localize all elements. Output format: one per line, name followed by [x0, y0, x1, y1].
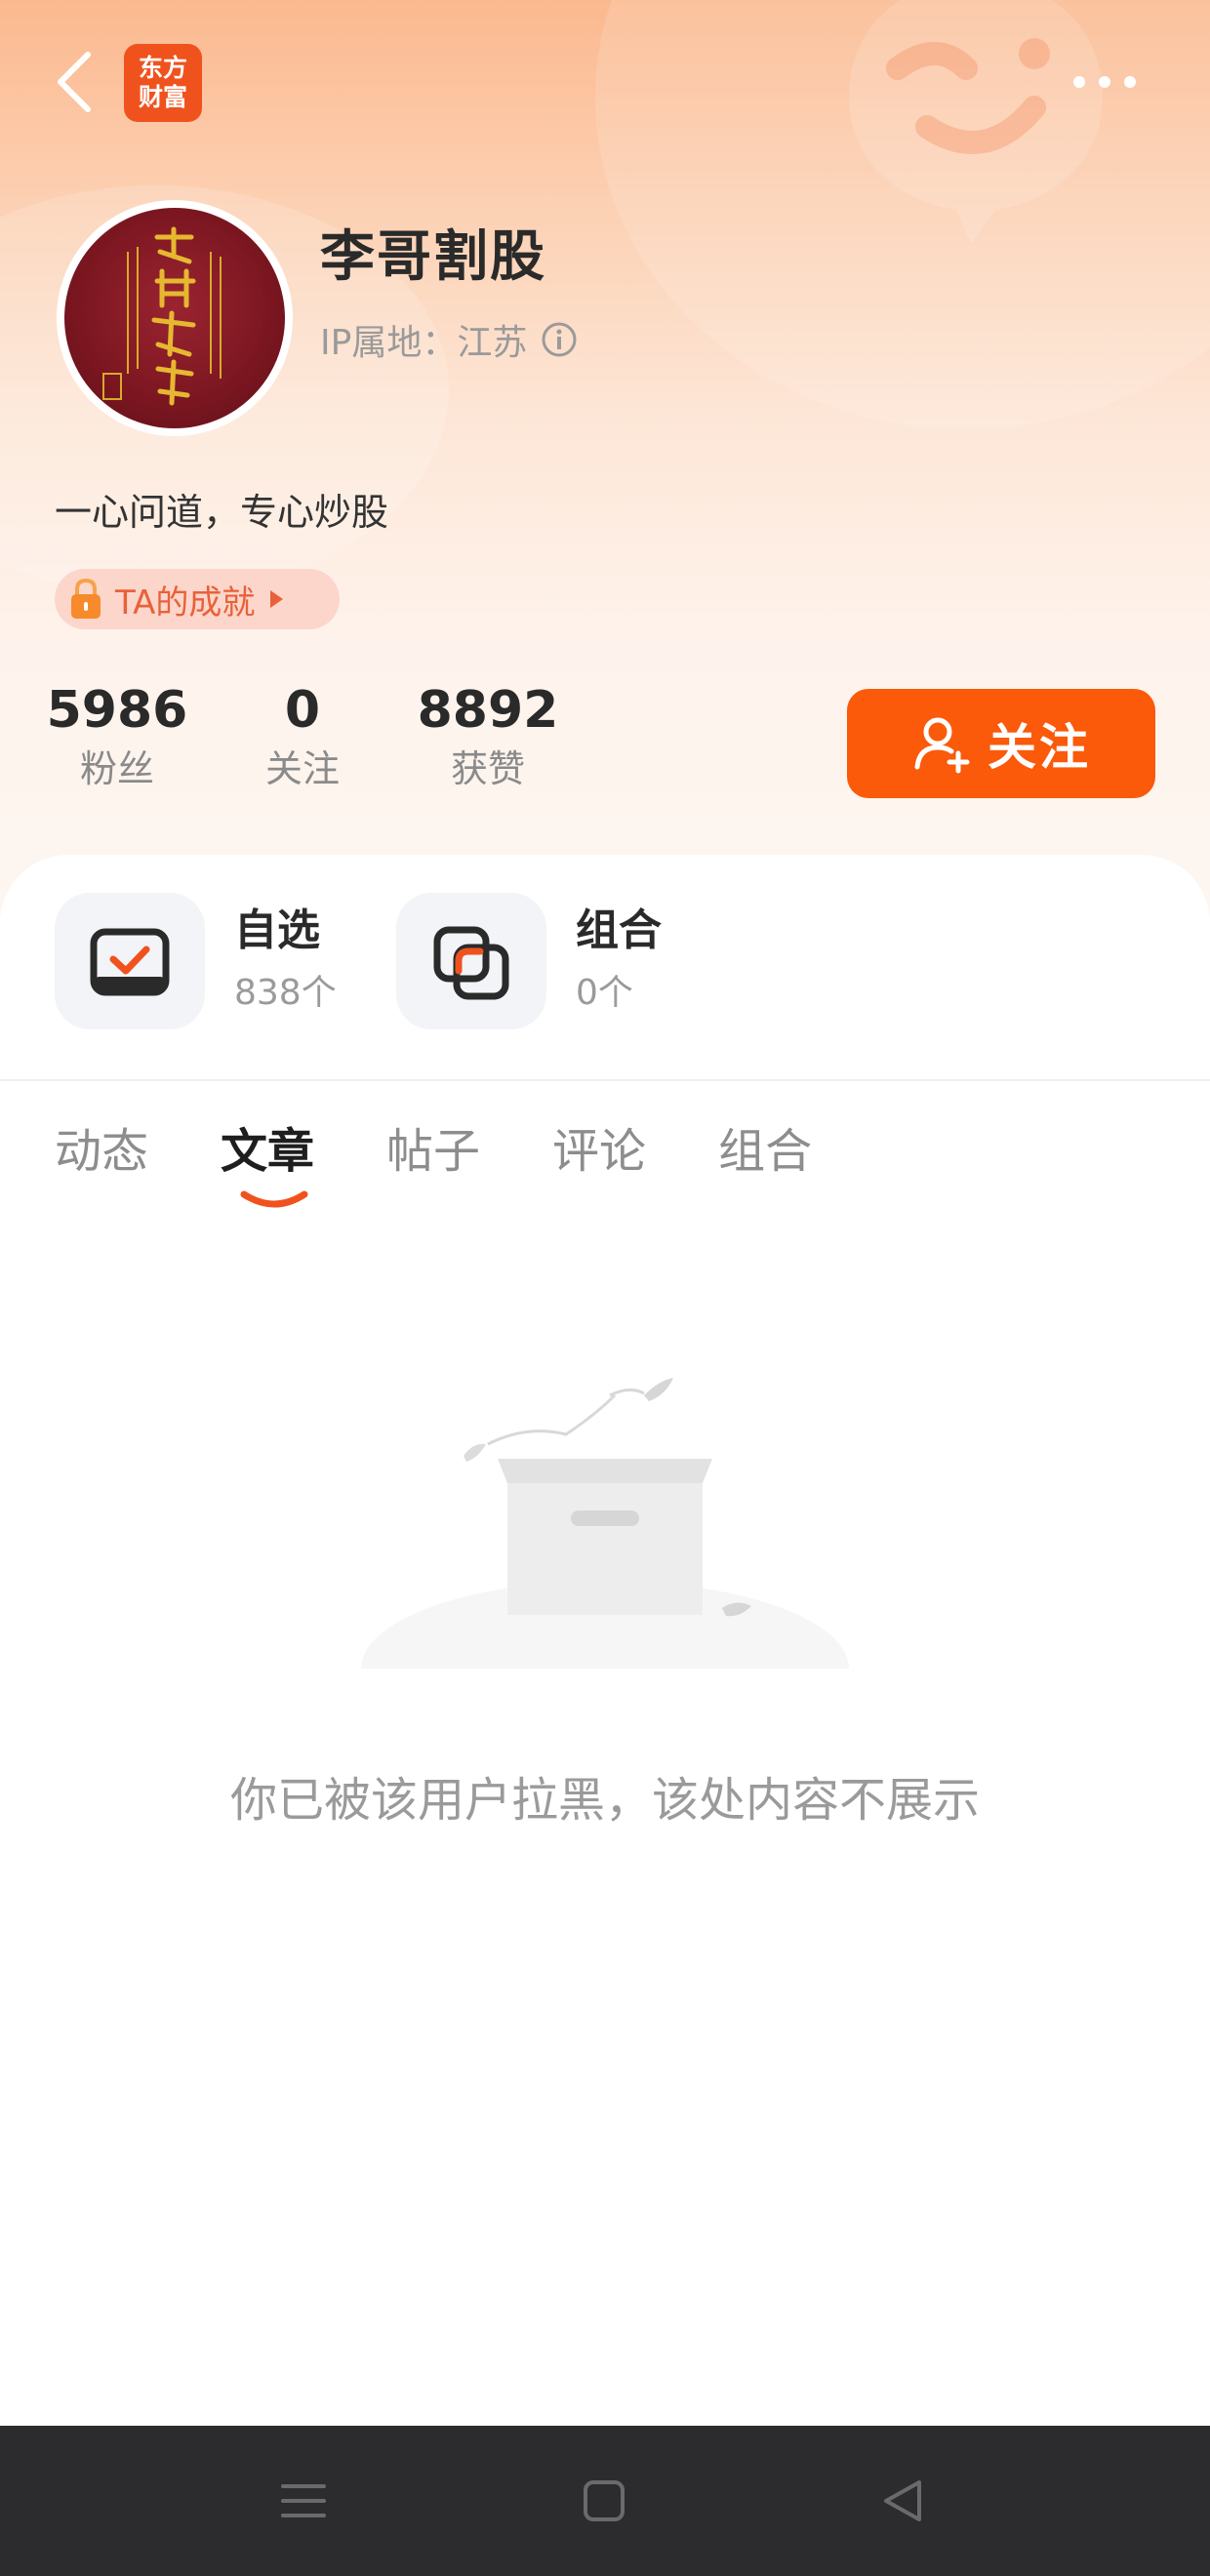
tab-portfolios[interactable]: 组合	[718, 1112, 812, 1181]
lock-icon	[71, 578, 101, 619]
tab-comments[interactable]: 评论	[552, 1112, 646, 1181]
menu-icon[interactable]	[277, 2475, 330, 2527]
stat-label: 粉丝	[79, 747, 154, 790]
stat-value: 5986	[46, 681, 188, 740]
portfolio-count: 0个	[576, 973, 633, 1013]
add-user-icon	[914, 717, 970, 774]
portfolio-icon-tile	[396, 893, 546, 1029]
content-tabs: 动态 文章 帖子 评论 组合	[55, 1112, 884, 1181]
app-logo: 东方 财富	[124, 44, 202, 122]
user-bio: 一心问道，专心炒股	[55, 491, 389, 534]
follow-button[interactable]: 关注	[847, 689, 1155, 798]
info-icon[interactable]	[541, 321, 578, 358]
tab-posts[interactable]: 帖子	[386, 1112, 480, 1181]
portfolio-overlap-icon	[433, 926, 509, 1000]
watchlist-icon-tile	[55, 893, 205, 1029]
section-divider	[0, 1079, 1210, 1081]
active-tab-indicator	[240, 1190, 308, 1208]
empty-box-illustration	[351, 1378, 859, 1698]
home-square-icon[interactable]	[578, 2475, 630, 2527]
back-arrow-icon[interactable]	[49, 47, 101, 117]
stat-followers[interactable]: 5986 粉丝	[29, 678, 205, 795]
logo-text: 财富	[138, 83, 187, 111]
avatar-calligraphy-art	[102, 226, 222, 406]
more-options-icon[interactable]	[1073, 70, 1151, 94]
achievements-label: TA的成就	[115, 583, 256, 623]
portfolio-title: 组合	[576, 906, 662, 955]
stat-likes[interactable]: 8892 获赞	[400, 678, 576, 795]
stat-label: 关注	[264, 747, 340, 790]
stat-value: 8892	[417, 681, 559, 740]
portfolio-link[interactable]: 组合 0个	[396, 893, 662, 1029]
watchlist-link[interactable]: 自选 838个	[55, 893, 337, 1029]
stat-following[interactable]: 0 关注	[215, 678, 390, 795]
logo-text: 东方	[138, 54, 187, 82]
watchlist-title: 自选	[234, 906, 320, 955]
stat-label: 获赞	[450, 747, 525, 790]
ip-location-text: IP属地：江苏	[320, 323, 528, 363]
stat-value: 0	[284, 681, 321, 740]
tab-articles[interactable]: 文章	[221, 1112, 314, 1181]
avatar-image	[64, 208, 285, 428]
tab-dynamic[interactable]: 动态	[55, 1112, 148, 1181]
back-triangle-icon[interactable]	[876, 2475, 929, 2527]
achievements-badge[interactable]: TA的成就	[55, 569, 340, 629]
mascot-watermark-icon	[849, 0, 1103, 244]
play-arrow-icon	[270, 590, 284, 608]
user-name: 李哥割股	[320, 225, 546, 289]
avatar[interactable]	[57, 200, 293, 436]
system-navigation-bar	[0, 2426, 1210, 2576]
follow-button-label: 关注	[988, 719, 1091, 776]
watchlist-check-icon	[90, 928, 170, 996]
empty-state-message: 你已被该用户拉黑，该处内容不展示	[229, 1773, 980, 1828]
watchlist-count: 838个	[234, 973, 337, 1013]
ip-location-row: IP属地：江苏	[320, 314, 578, 365]
